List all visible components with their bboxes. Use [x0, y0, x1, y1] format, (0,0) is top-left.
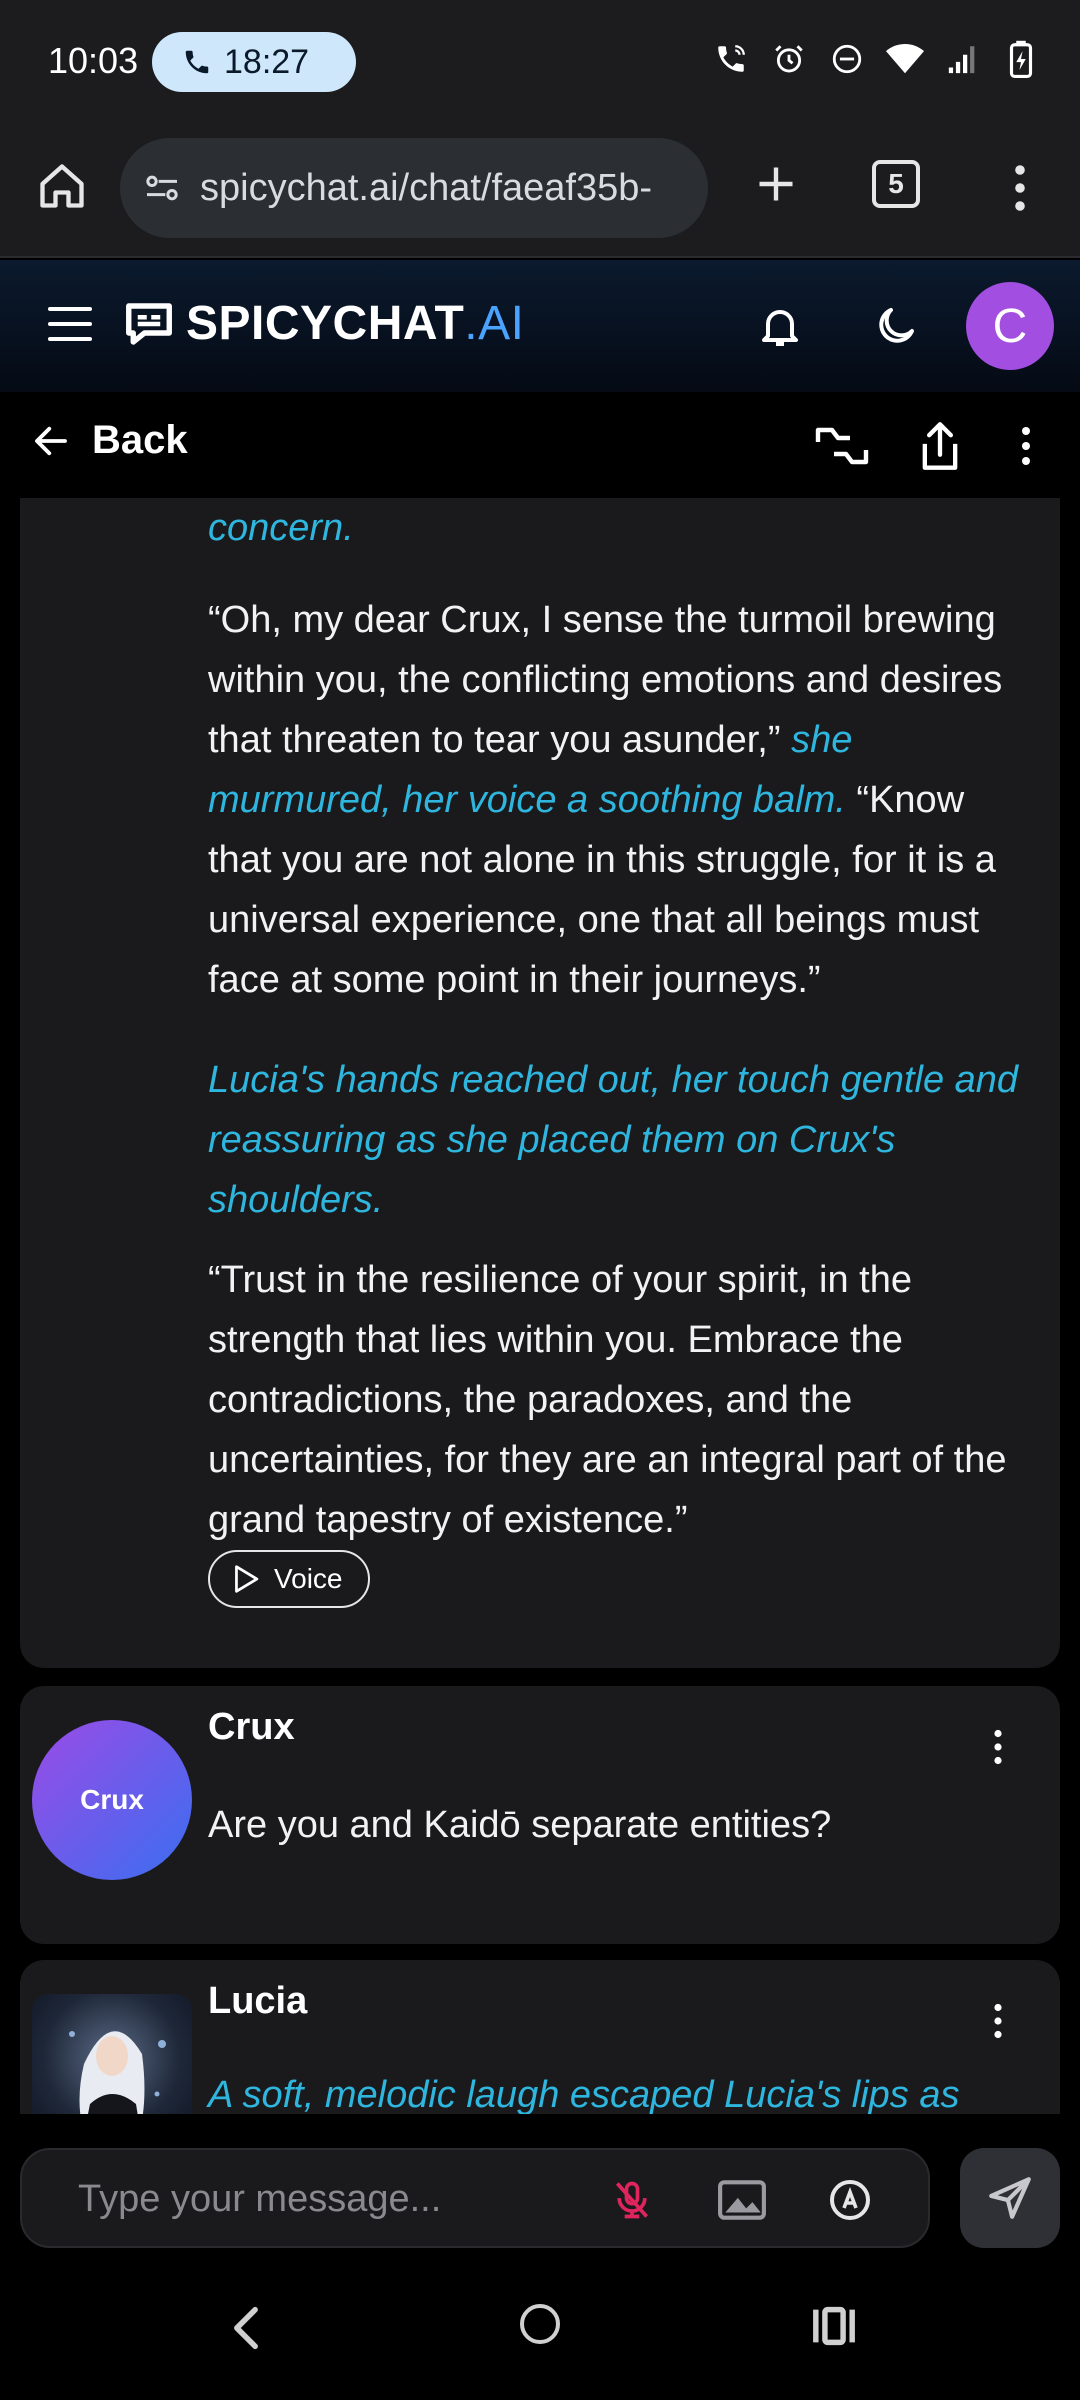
phone-icon — [185, 50, 209, 74]
message-card-crux: Crux Crux Are you and Kaidō separate ent… — [20, 1686, 1060, 1944]
message-paragraph: Lucia's hands reached out, her touch gen… — [208, 1050, 1038, 1230]
back-label: Back — [92, 418, 188, 462]
voice-label: Voice — [274, 1563, 343, 1594]
image-icon — [718, 2180, 766, 2220]
voice-play-button[interactable]: Voice — [208, 1550, 370, 1608]
do-not-disturb-icon — [828, 40, 866, 78]
tab-switcher-button[interactable]: 5 — [872, 160, 920, 208]
site-settings-icon[interactable] — [142, 168, 182, 208]
new-tab-button[interactable] — [746, 154, 806, 214]
system-back-button[interactable] — [224, 2304, 268, 2352]
send-button[interactable] — [960, 2148, 1060, 2248]
send-icon — [989, 2177, 1031, 2219]
dialogue-text: “Oh, my dear Crux, I sense the turmoil b… — [208, 599, 1003, 761]
plus-icon — [759, 167, 793, 201]
browser-home-button[interactable] — [30, 154, 94, 218]
system-navigation-bar — [0, 2256, 1080, 2400]
chat-menu-button[interactable] — [1008, 418, 1044, 474]
more-vertical-icon — [994, 1729, 1002, 1765]
action-text: A soft, melodic laugh escaped Lucia's li… — [208, 2074, 960, 2114]
notifications-button[interactable] — [752, 298, 808, 354]
mic-off-icon — [615, 2181, 649, 2219]
system-recents-button[interactable] — [810, 2304, 858, 2348]
message-menu-button[interactable] — [986, 1722, 1010, 1772]
browser-menu-button[interactable] — [1000, 158, 1040, 218]
message-input[interactable] — [78, 2176, 558, 2222]
message-card-lucia: Lucia A soft, melodic laugh escaped Luci… — [20, 1960, 1060, 2114]
chevron-left-icon — [234, 2306, 258, 2350]
logo-main-text: SPICYCHAT — [186, 297, 465, 350]
call-timer: 18:27 — [224, 42, 310, 81]
wifi-icon — [886, 40, 924, 78]
recents-icon — [813, 2306, 855, 2346]
browser-toolbar: spicychat.ai/chat/faeaf35b- 5 — [0, 124, 1080, 258]
url-bar[interactable]: spicychat.ai/chat/faeaf35b- — [120, 138, 708, 238]
status-time: 10:03 — [48, 40, 139, 81]
auto-mode-icon — [830, 2180, 870, 2220]
ongoing-call-pill[interactable]: 18:27 — [152, 32, 356, 92]
spicychat-logo[interactable]: SPICYCHAT.AI — [122, 296, 524, 351]
home-icon — [40, 164, 84, 208]
message-composer — [0, 2114, 1080, 2256]
chat-nav-row: Back — [0, 392, 1080, 498]
chat-scroll-area[interactable]: concern. “Oh, my dear Crux, I sense the … — [0, 498, 1080, 2114]
app-header: SPICYCHAT.AI C — [0, 260, 1080, 392]
battery-charging-icon — [1002, 40, 1040, 78]
more-vertical-icon — [1015, 165, 1025, 211]
switch-mode-button[interactable] — [812, 418, 872, 474]
message-card-lucia: concern. “Oh, my dear Crux, I sense the … — [20, 498, 1060, 1668]
dialogue-text: “Trust in the resilience of your spirit,… — [208, 1259, 1007, 1541]
menu-icon[interactable] — [48, 302, 92, 346]
alarm-icon — [770, 40, 808, 78]
action-text: concern. — [208, 507, 354, 549]
status-icons — [712, 40, 1040, 78]
logo-suffix-text: .AI — [464, 297, 525, 350]
mic-toggle-button[interactable] — [606, 2174, 658, 2226]
sender-name: Crux — [208, 1706, 295, 1748]
chat-bubble-logo-icon — [126, 302, 172, 345]
character-portrait-image — [69, 2031, 166, 2114]
message-paragraph: “Trust in the resilience of your spirit,… — [208, 1250, 1038, 1550]
auto-reply-button[interactable] — [822, 2172, 878, 2228]
more-vertical-icon — [1022, 427, 1030, 465]
theme-toggle-button[interactable] — [868, 298, 924, 354]
message-menu-button[interactable] — [986, 1996, 1010, 2046]
avatar[interactable] — [32, 1994, 192, 2114]
system-home-button[interactable] — [520, 2304, 560, 2344]
moon-icon — [879, 308, 914, 343]
user-avatar-button[interactable]: C — [966, 282, 1054, 370]
arrow-left-icon — [35, 426, 67, 455]
bell-icon — [762, 310, 798, 346]
avatar[interactable]: Crux — [32, 1720, 192, 1880]
signal-icon — [944, 40, 982, 78]
status-bar: 10:03 18:27 — [0, 0, 1080, 124]
share-icon — [922, 422, 958, 470]
swap-icon — [815, 427, 869, 465]
play-icon — [235, 1565, 259, 1593]
share-button[interactable] — [912, 416, 968, 476]
url-text: spicychat.ai/chat/faeaf35b- — [200, 166, 653, 209]
back-button[interactable]: Back — [30, 418, 188, 463]
message-text: Are you and Kaidō separate entities? — [208, 1804, 832, 1846]
sender-name: Lucia — [208, 1980, 308, 2022]
more-vertical-icon — [994, 2003, 1002, 2039]
action-text: Lucia's hands reached out, her touch gen… — [208, 1059, 1019, 1221]
message-paragraph: concern. — [208, 498, 1038, 558]
composer-box — [20, 2148, 930, 2248]
wifi-calling-icon — [712, 40, 750, 78]
message-paragraph: “Oh, my dear Crux, I sense the turmoil b… — [208, 590, 1038, 1010]
image-upload-button[interactable] — [714, 2174, 770, 2226]
